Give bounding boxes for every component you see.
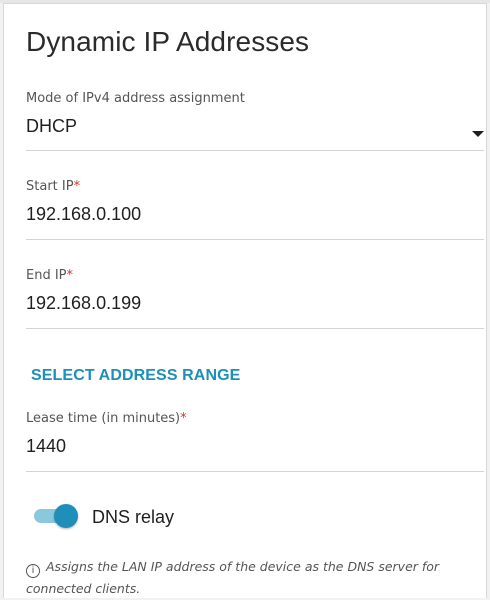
start-ip-underline bbox=[26, 239, 484, 240]
lease-time-input[interactable]: 1440 bbox=[26, 436, 484, 457]
mode-select[interactable]: Mode of IPv4 address assignment DHCP bbox=[26, 91, 484, 151]
section-title: Dynamic IP Addresses bbox=[26, 26, 310, 57]
mode-value: DHCP bbox=[26, 116, 78, 136]
dynamic-ip-card: Dynamic IP Addresses Mode of IPv4 addres… bbox=[3, 3, 487, 598]
dns-relay-hint-text: Assigns the LAN IP address of the device… bbox=[26, 559, 440, 596]
end-ip-input[interactable]: 192.168.0.199 bbox=[26, 293, 484, 314]
dns-relay-label: DNS relay bbox=[92, 507, 175, 527]
end-ip-field[interactable]: End IP* 192.168.0.199 bbox=[26, 268, 484, 329]
caret-down-icon[interactable] bbox=[472, 131, 484, 137]
lease-time-field[interactable]: Lease time (in minutes)* 1440 bbox=[26, 411, 484, 472]
start-ip-field[interactable]: Start IP* 192.168.0.100 bbox=[26, 179, 484, 240]
info-icon: i bbox=[26, 564, 40, 578]
mode-label: Mode of IPv4 address assignment bbox=[26, 91, 245, 106]
required-mark: * bbox=[66, 268, 74, 283]
dns-relay-toggle[interactable] bbox=[34, 504, 78, 528]
start-ip-input[interactable]: 192.168.0.100 bbox=[26, 204, 484, 225]
select-address-range-button[interactable]: SELECT ADDRESS RANGE bbox=[31, 367, 240, 385]
toggle-thumb bbox=[54, 504, 78, 528]
mode-underline bbox=[26, 150, 484, 151]
end-ip-label: End IP* bbox=[26, 268, 74, 283]
dns-relay-hint: i Assigns the LAN IP address of the devic… bbox=[26, 556, 466, 600]
end-ip-underline bbox=[26, 328, 484, 329]
required-mark: * bbox=[73, 179, 81, 194]
start-ip-label: Start IP* bbox=[26, 179, 81, 194]
lease-time-label: Lease time (in minutes)* bbox=[26, 411, 187, 426]
required-mark: * bbox=[180, 411, 187, 426]
lease-time-underline bbox=[26, 471, 484, 472]
